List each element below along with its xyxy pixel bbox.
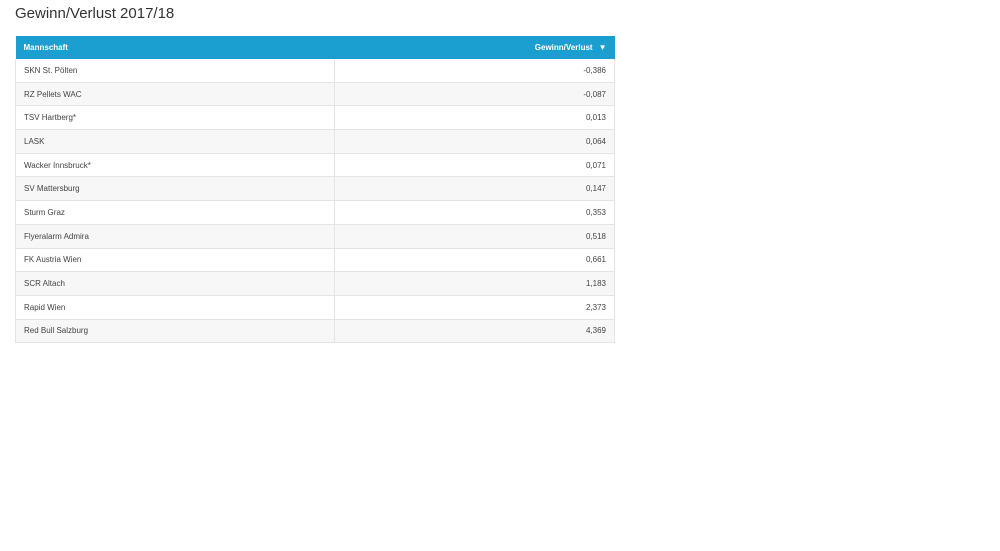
table-row: Wacker Innsbruck* 0,071 [15, 153, 615, 178]
table-cell-team: Rapid Wien [15, 295, 335, 320]
table-row: SCR Altach 1,183 [15, 271, 615, 296]
table-row: FK Austria Wien 0,661 [15, 248, 615, 273]
table-row: SV Mattersburg 0,147 [15, 176, 615, 202]
table-cell-team: SKN St. Pölten [15, 59, 335, 83]
table-cell-team: Red Bull Salzburg [15, 319, 335, 344]
table-cell-value: 0,064 [334, 129, 615, 154]
page-title: Gewinn/Verlust 2017/18 [15, 5, 175, 22]
table-cell-value: -0,087 [334, 82, 615, 107]
table-header: Mannschaft Gewinn/Verlust ▼ [15, 36, 615, 59]
table-cell-value: -0,386 [334, 59, 615, 83]
table-cell-value: 0,518 [334, 224, 615, 249]
table-cell-team: SV Mattersburg [15, 176, 335, 202]
data-table-container: Mannschaft Gewinn/Verlust ▼ SKN St. Pölte… [15, 36, 615, 344]
table-cell-team: FK Austria Wien [15, 248, 335, 273]
table-cell-team: Flyeralarm Admira [15, 224, 335, 249]
table-cell-value: 0,013 [334, 105, 615, 131]
table-cell-value: 2,373 [334, 295, 615, 320]
table-cell-team: Sturm Graz [15, 200, 335, 225]
table-cell-team: SCR Altach [15, 271, 335, 296]
table-row: SKN St. Pölten -0,386 [15, 59, 615, 83]
sort-desc-icon[interactable]: ▼ [599, 43, 607, 52]
data-table: Mannschaft Gewinn/Verlust ▼ SKN St. Pölte… [15, 36, 615, 344]
column-header-team-label: Mannschaft [23, 43, 68, 52]
table-cell-team: TSV Hartberg* [15, 105, 335, 131]
column-header-value[interactable]: Gewinn/Verlust ▼ [334, 36, 615, 59]
table-body: SKN St. Pölten -0,386 RZ Pellets WAC -0,087… [15, 59, 615, 344]
table-cell-value: 0,661 [334, 248, 615, 273]
table-cell-team: Wacker Innsbruck* [15, 153, 335, 178]
table-header-row: Mannschaft Gewinn/Verlust ▼ [15, 36, 615, 59]
table-cell-value: 1,183 [334, 271, 615, 296]
column-header-value-label: Gewinn/Verlust [534, 43, 593, 52]
table-row: Rapid Wien 2,373 [15, 295, 615, 320]
table-row: TSV Hartberg* 0,013 [15, 105, 615, 131]
table-cell-value: 0,071 [334, 153, 615, 178]
table-cell-value: 0,147 [334, 176, 615, 202]
table-cell-value: 0,353 [334, 200, 615, 225]
table-cell-value: 4,369 [334, 319, 615, 344]
table-row: Red Bull Salzburg 4,369 [15, 319, 615, 344]
table-row: LASK 0,064 [15, 129, 615, 154]
table-cell-team: RZ Pellets WAC [15, 82, 335, 107]
table-row: Flyeralarm Admira 0,518 [15, 224, 615, 249]
table-cell-team: LASK [15, 129, 335, 154]
column-header-team[interactable]: Mannschaft [15, 36, 335, 59]
table-row: RZ Pellets WAC -0,087 [15, 82, 615, 107]
table-row: Sturm Graz 0,353 [15, 200, 615, 225]
